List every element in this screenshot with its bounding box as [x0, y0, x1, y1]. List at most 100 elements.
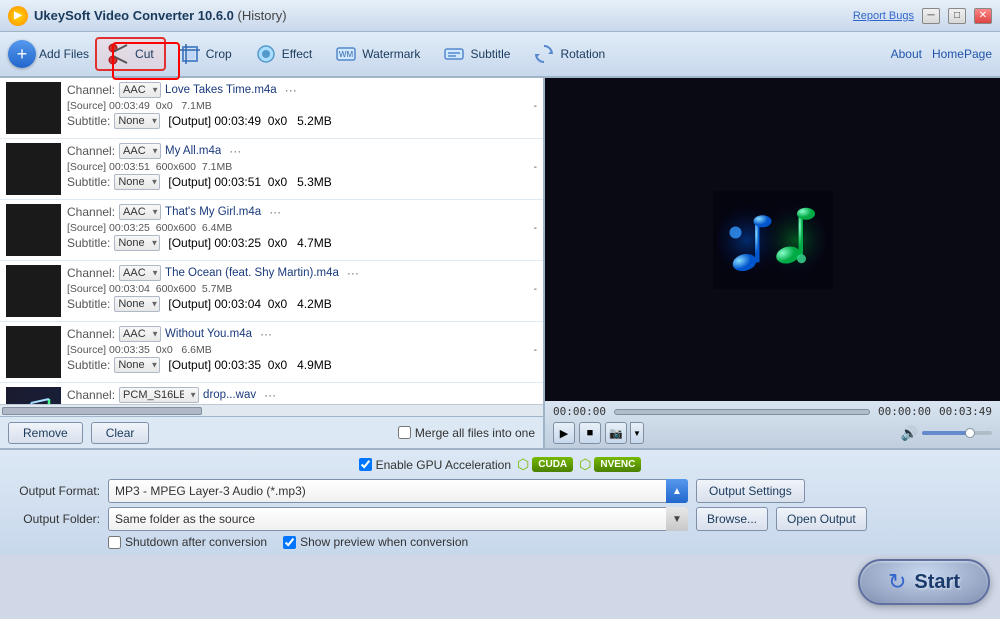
- app-title: UkeySoft Video Converter 10.6.0 (History…: [34, 8, 287, 23]
- title-bar: ▶ UkeySoft Video Converter 10.6.0 (Histo…: [0, 0, 1000, 32]
- file-list[interactable]: Channel: AAC Love Takes Time.m4a ··· [So…: [0, 78, 543, 404]
- clear-button[interactable]: Clear: [91, 422, 150, 444]
- subtitle-label: Subtitle:: [67, 297, 110, 311]
- output-settings-button[interactable]: Output Settings: [696, 479, 805, 503]
- volume-slider[interactable]: [922, 431, 992, 435]
- app-history: (History): [238, 8, 287, 23]
- remove-button[interactable]: Remove: [8, 422, 83, 444]
- nvidia-icon2: ⬡: [579, 456, 591, 473]
- shutdown-check: Shutdown after conversion: [108, 535, 267, 549]
- file-row-top: Channel: PCM_S16LE drop...wav ···: [67, 387, 537, 403]
- output-info: [Output] 00:03:04 0x0 4.2MB: [168, 297, 331, 311]
- cuda-badge: CUDA: [532, 457, 573, 472]
- format-arrow-button[interactable]: ▲: [666, 479, 688, 503]
- output-info: [Output] 00:03:35 0x0 4.9MB: [168, 358, 331, 372]
- channel-select[interactable]: AAC: [119, 204, 161, 220]
- cut-icon: [107, 42, 131, 66]
- volume-thumb[interactable]: [965, 428, 975, 438]
- file-options-button[interactable]: ···: [343, 266, 363, 280]
- play-button[interactable]: ▶: [553, 422, 575, 444]
- volume-control: 🔊: [901, 425, 992, 442]
- watermark-button[interactable]: WM Watermark: [324, 37, 430, 71]
- file-info: Channel: PCM_S16LE drop...wav ··· [Sourc…: [67, 387, 537, 404]
- file-row-top: Channel: AAC My All.m4a ···: [67, 143, 537, 159]
- format-row: Output Format: MP3 - MPEG Layer-3 Audio …: [10, 479, 990, 503]
- output-info: [Output] 00:03:51 0x0 5.3MB: [168, 175, 331, 189]
- preview-label: Show preview when conversion: [300, 535, 468, 549]
- channel-select[interactable]: AAC: [119, 326, 161, 342]
- volume-icon: 🔊: [901, 425, 918, 442]
- rotation-icon: [532, 42, 556, 66]
- output-info: [Output] 00:03:25 0x0 4.7MB: [168, 236, 331, 250]
- app-title-text: UkeySoft Video Converter 10.6.0: [34, 8, 234, 23]
- channel-select[interactable]: AAC: [119, 82, 161, 98]
- file-options-button[interactable]: ···: [281, 83, 301, 97]
- close-button[interactable]: ✕: [974, 8, 992, 24]
- channel-select-wrapper: AAC: [119, 204, 161, 220]
- subtitle-select[interactable]: None: [114, 235, 160, 251]
- file-info: Channel: AAC That's My Girl.m4a ··· [Sou…: [67, 204, 537, 251]
- title-left: ▶ UkeySoft Video Converter 10.6.0 (Histo…: [8, 6, 287, 26]
- maximize-button[interactable]: □: [948, 8, 966, 24]
- subtitle-select[interactable]: None: [114, 174, 160, 190]
- file-thumbnail: [6, 326, 61, 378]
- subtitle-select[interactable]: None: [114, 357, 160, 373]
- screenshot-dropdown[interactable]: ▼: [630, 422, 644, 444]
- browse-button[interactable]: Browse...: [696, 507, 768, 531]
- start-button[interactable]: ↻ Start: [858, 559, 990, 605]
- crop-label: Crop: [206, 47, 232, 61]
- add-files-label[interactable]: Add Files: [39, 47, 89, 61]
- ctrl-row: ▶ ■ 📷 ▼ 🔊: [553, 422, 992, 444]
- open-output-button[interactable]: Open Output: [776, 507, 867, 531]
- about-link[interactable]: About: [891, 47, 922, 61]
- subtitle-label: Subtitle:: [67, 175, 110, 189]
- format-select-wrapper: MP3 - MPEG Layer-3 Audio (*.mp3) ▲: [108, 479, 688, 503]
- file-options-button[interactable]: ···: [225, 144, 245, 158]
- folder-arrow-button[interactable]: ▼: [666, 507, 688, 531]
- file-name: drop...wav: [203, 389, 256, 401]
- stop-button[interactable]: ■: [579, 422, 601, 444]
- subtitle-label: Subtitle:: [67, 236, 110, 250]
- source-dash: -: [534, 222, 538, 234]
- add-files-section: + Add Files: [8, 40, 89, 68]
- crop-button[interactable]: Crop: [168, 37, 242, 71]
- scrollbar-thumb[interactable]: [2, 407, 202, 415]
- list-item: Channel: AAC That's My Girl.m4a ··· [Sou…: [0, 200, 543, 261]
- channel-select[interactable]: PCM_S16LE: [119, 387, 199, 403]
- file-thumbnail: [6, 143, 61, 195]
- subtitle-label: Subtitle:: [67, 358, 110, 372]
- channel-select[interactable]: AAC: [119, 143, 161, 159]
- minimize-button[interactable]: ─: [922, 8, 940, 24]
- homepage-link[interactable]: HomePage: [932, 47, 992, 61]
- nvidia-icon: ⬡: [517, 456, 529, 473]
- watermark-icon: WM: [334, 42, 358, 66]
- subtitle-select[interactable]: None: [114, 113, 160, 129]
- report-bugs-link[interactable]: Report Bugs: [853, 10, 914, 22]
- source-dash: -: [534, 161, 538, 173]
- add-files-plus-icon[interactable]: +: [8, 40, 36, 68]
- start-section: ↻ Start: [858, 559, 990, 605]
- horizontal-scrollbar[interactable]: [0, 404, 543, 416]
- gpu-checkbox[interactable]: [359, 458, 372, 471]
- cut-button[interactable]: Cut: [95, 37, 166, 71]
- channel-select[interactable]: AAC: [119, 265, 161, 281]
- subtitle-button[interactable]: Subtitle: [432, 37, 520, 71]
- screenshot-button[interactable]: 📷: [605, 422, 627, 444]
- file-options-button[interactable]: ···: [256, 327, 276, 341]
- gpu-acceleration-check: Enable GPU Acceleration: [359, 458, 511, 472]
- file-row-top: Channel: AAC Without You.m4a ···: [67, 326, 537, 342]
- file-options-button[interactable]: ···: [265, 205, 285, 219]
- file-options-button[interactable]: ···: [260, 388, 280, 402]
- preview-checkbox[interactable]: [283, 536, 296, 549]
- format-select[interactable]: MP3 - MPEG Layer-3 Audio (*.mp3): [108, 479, 688, 503]
- rotation-button[interactable]: Rotation: [522, 37, 615, 71]
- folder-select[interactable]: Same folder as the source: [108, 507, 688, 531]
- crop-icon: [178, 42, 202, 66]
- progress-bar[interactable]: [614, 409, 870, 415]
- effect-button[interactable]: Effect: [244, 37, 322, 71]
- list-item: Channel: AAC My All.m4a ··· [Source] 00:…: [0, 139, 543, 200]
- shutdown-checkbox[interactable]: [108, 536, 121, 549]
- preview-controls: 00:00:00 00:00:00 00:03:49 ▶ ■ 📷 ▼ 🔊: [545, 401, 1000, 448]
- subtitle-select[interactable]: None: [114, 296, 160, 312]
- merge-checkbox[interactable]: [398, 426, 411, 439]
